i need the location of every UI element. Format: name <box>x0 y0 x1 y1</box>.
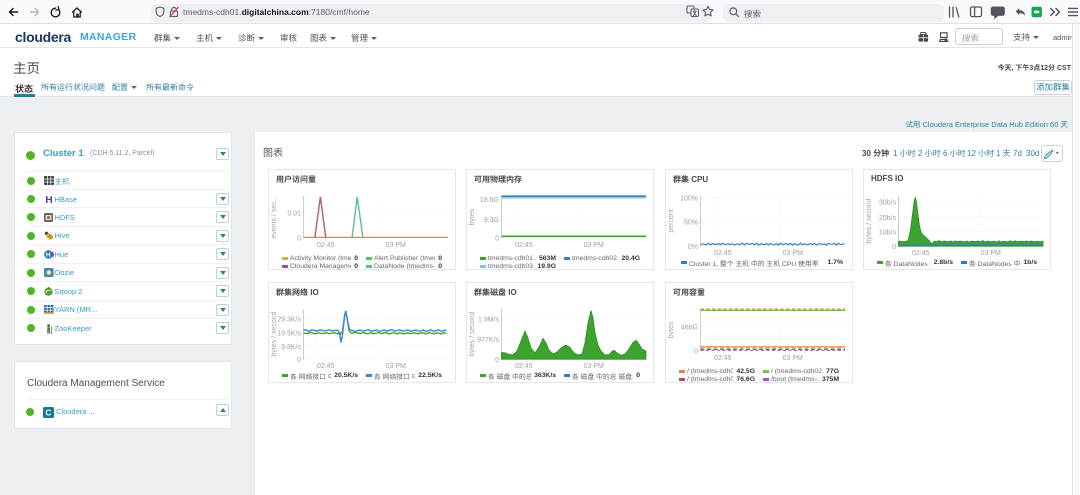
svg-text:100%: 100% <box>680 195 698 202</box>
svg-text:29.3K/s: 29.3K/s <box>277 316 301 323</box>
svg-text:02:45: 02:45 <box>515 363 533 370</box>
svg-text:0: 0 <box>892 244 896 251</box>
svg-text:10b/s: 10b/s <box>879 230 897 237</box>
svg-text:bytes: bytes <box>668 321 675 338</box>
svg-text:0: 0 <box>297 357 301 364</box>
svg-text:02:45: 02:45 <box>714 250 732 257</box>
svg-text:0: 0 <box>495 357 499 364</box>
svg-text:03 PM: 03 PM <box>386 363 406 370</box>
svg-text:30b/s: 30b/s <box>879 200 897 207</box>
svg-text:0%: 0% <box>688 244 698 251</box>
svg-text:1.9M/s: 1.9M/s <box>478 316 500 323</box>
svg-text:03 PM: 03 PM <box>783 355 803 362</box>
svg-text:events / sec...: events / sec... <box>271 195 278 238</box>
svg-text:bytes / second: bytes / second <box>271 311 278 356</box>
svg-text:0.01: 0.01 <box>287 211 301 218</box>
svg-text:02:45: 02:45 <box>515 242 533 249</box>
svg-text:H: H <box>45 195 52 204</box>
svg-text:02:45: 02:45 <box>714 355 732 362</box>
svg-text:03 PM: 03 PM <box>584 363 604 370</box>
svg-text:03 PM: 03 PM <box>584 242 604 249</box>
svg-text:02:45: 02:45 <box>317 363 335 370</box>
svg-text:03 PM: 03 PM <box>981 250 1001 257</box>
svg-text:percent: percent <box>668 209 675 232</box>
svg-text:9.8K/s: 9.8K/s <box>281 344 301 351</box>
svg-text:0: 0 <box>694 349 698 356</box>
svg-text:03 PM: 03 PM <box>783 250 803 257</box>
svg-text:977K/s: 977K/s <box>477 337 499 344</box>
svg-text:466G: 466G <box>681 324 698 331</box>
svg-text:9.3G: 9.3G <box>484 217 499 224</box>
svg-text:50%: 50% <box>684 220 698 227</box>
svg-text:bytes / second: bytes / second <box>866 198 873 243</box>
svg-text:19.5K/s: 19.5K/s <box>277 330 301 337</box>
svg-text:0: 0 <box>495 236 499 243</box>
svg-text:bytes / second: bytes / second <box>469 311 476 356</box>
svg-text:C: C <box>45 408 51 418</box>
svg-text:02:45: 02:45 <box>912 250 930 257</box>
svg-text:20b/s: 20b/s <box>879 215 897 222</box>
svg-text:0: 0 <box>297 236 301 243</box>
svg-text:18.6G: 18.6G <box>480 197 499 204</box>
svg-text:bytes: bytes <box>469 208 476 225</box>
svg-text:02:45: 02:45 <box>317 242 335 249</box>
svg-text:03 PM: 03 PM <box>386 242 406 249</box>
